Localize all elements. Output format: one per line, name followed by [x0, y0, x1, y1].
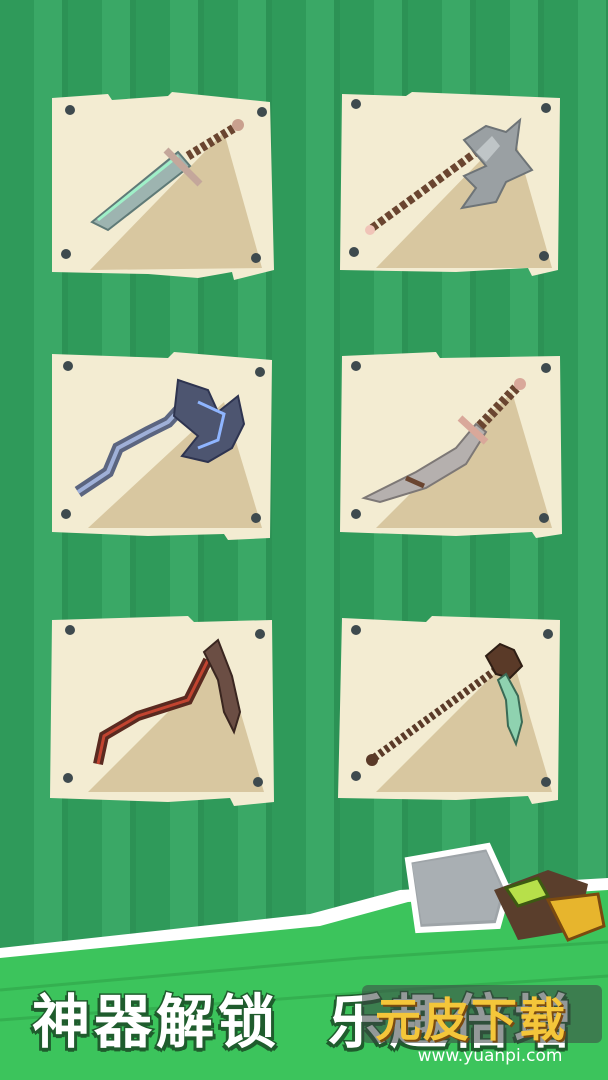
weapon-card-sword[interactable] [48, 92, 274, 280]
hammer-axe-icon [404, 842, 606, 942]
battle-axe-icon [365, 117, 534, 235]
weapon-card-spiked-scythe[interactable] [336, 616, 562, 804]
watermark-logo: 元皮下载 [375, 993, 567, 1047]
spiked-scythe-icon [366, 642, 524, 766]
crystal-axe-icon [74, 378, 246, 497]
blood-scythe-icon [93, 638, 242, 766]
serrated-blade-icon [361, 378, 526, 504]
sword-icon [90, 119, 244, 232]
weapon-card-crystal-axe[interactable] [48, 352, 274, 540]
slogan-weapon-unlock: 神器解锁 [30, 987, 281, 1058]
weapon-card-blood-scythe[interactable] [48, 616, 274, 806]
watermark-url: www.yuanpi.com [417, 1046, 563, 1066]
weapon-card-serrated-blade[interactable] [336, 352, 562, 538]
weapon-card-battle-axe[interactable] [336, 92, 562, 276]
